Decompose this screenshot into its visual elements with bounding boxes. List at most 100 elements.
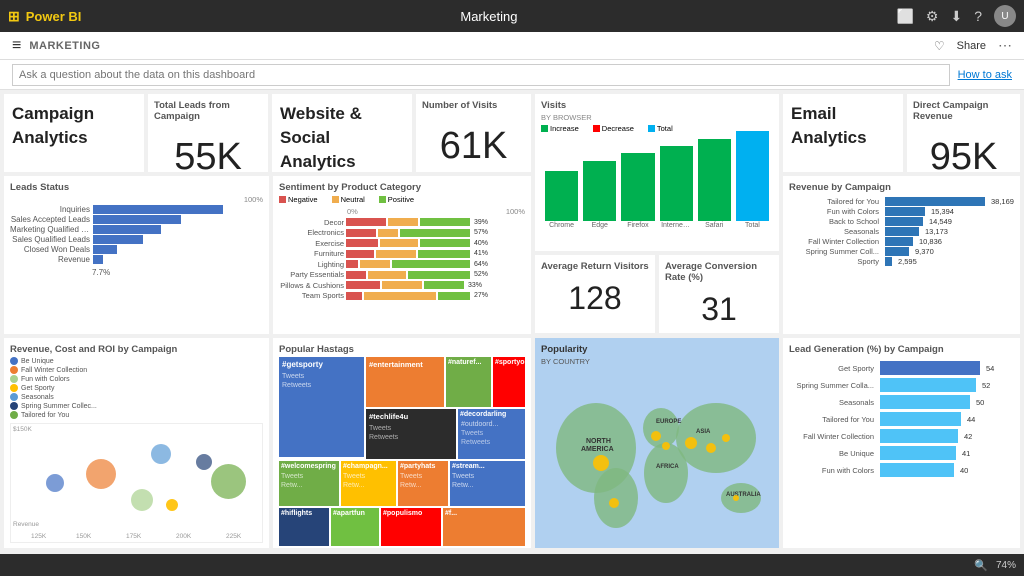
app-logo: ⊞ Power BI (8, 8, 81, 25)
direct-revenue-title: Direct Campaign Revenue (913, 100, 1014, 122)
rev-fun: Fun with Colors 15,394 (789, 207, 1014, 216)
sent-decor: Decor 39% (279, 218, 525, 227)
leads-status-card: Leads Status 100% Inquiries Sales Accept… (4, 176, 269, 334)
total-leads-card: Total Leads from Campaign 55K (148, 94, 268, 172)
hashtag-partyhats: #partyhats Tweets Retw... (398, 461, 448, 506)
svg-text:NORTH: NORTH (586, 438, 611, 445)
lead-generation-card: Lead Generation (%) by Campaign Get Spor… (783, 338, 1020, 548)
leads-footer: 7.7% (10, 268, 263, 277)
lg-unique: Be Unique 41 (789, 446, 1014, 460)
sent-electronics: Electronics 57% (279, 228, 525, 237)
legend-total: Total (648, 124, 673, 133)
sent-lighting: Lighting 64% (279, 260, 525, 269)
share-button[interactable]: Share (957, 40, 986, 52)
leads-status-title: Leads Status (10, 182, 263, 193)
revenue-campaign-title: Revenue by Campaign (789, 182, 1014, 193)
hashtag-welcomespring: #welcomespring Tweets Retw... (279, 461, 339, 506)
grid-icon: ⊞ (8, 8, 20, 25)
legend-neu: Neutral (332, 195, 365, 204)
hashtag-sportyo: #sportyo (493, 357, 525, 407)
sentiment-card: Sentiment by Product Category Negative N… (273, 176, 531, 334)
user-avatar[interactable]: U (994, 5, 1016, 27)
lg-seasonals: Seasonals 50 (789, 395, 1014, 409)
website-social-title: Website & Social Analytics (280, 102, 404, 172)
roi-title: Revenue, Cost and ROI by Campaign (10, 344, 263, 355)
top-bar-icons: ⬜ ⚙ ⬇ ? U (896, 5, 1016, 27)
bubble-seasonals (151, 444, 171, 464)
website-social-card: Website & Social Analytics (272, 94, 412, 172)
rev-school: Back to School 14,549 (789, 217, 1014, 226)
help-icon[interactable]: ? (974, 8, 982, 24)
popularity-title: Popularity (541, 344, 773, 355)
svg-text:ASIA: ASIA (696, 429, 711, 435)
rev-seasonals: Seasonals 13,173 (789, 227, 1014, 236)
download-icon[interactable]: ⬇ (950, 8, 962, 25)
email-analytics-title: Email Analytics (791, 102, 895, 150)
hashtag-stream: #stream... Tweets Retw... (450, 461, 525, 506)
sent-party: Party Essentials 52% (279, 270, 525, 279)
leads-closed-won: Closed Won Deals (10, 245, 263, 254)
roi-legend-5: Seasonals (10, 393, 263, 401)
direct-revenue-card: Direct Campaign Revenue 95K (907, 94, 1020, 172)
lg-tailored: Tailored for You 44 (789, 412, 1014, 426)
hashtag-techlife: #techlife4u Tweets Retweets (366, 409, 456, 459)
bar-firefox: Firefox (621, 153, 654, 229)
roi-legend-2: Fall Winter Collection (10, 366, 263, 374)
popularity-card: Popularity BY COUNTRY NORTH (535, 338, 779, 548)
visits-browser-card: Visits BY BROWSER Increase Decrease Tota… (535, 94, 779, 251)
bubble-be-unique (46, 474, 64, 492)
how-to-ask-link[interactable]: How to ask (958, 69, 1012, 81)
hashtag-f: #f... (443, 508, 525, 546)
world-map: NORTH AMERICA EUROPE AFRICA ASIA AUSTRAL… (541, 368, 773, 538)
menu-icon[interactable]: ≡ (12, 37, 21, 55)
direct-revenue-value: 95K (913, 124, 1014, 172)
sub-bar: ≡ MARKETING ♡ Share ⋯ (0, 32, 1024, 60)
campaign-analytics-title: Campaign Analytics (12, 102, 136, 150)
rev-sporty: Sporty 2,595 (789, 257, 1014, 266)
popularity-subtitle: BY COUNTRY (541, 357, 773, 366)
number-visits-value: 61K (422, 113, 525, 168)
sent-exercise: Exercise 40% (279, 239, 525, 248)
bubble-tailored (211, 464, 246, 499)
visits-browser-title: Visits (541, 100, 773, 111)
avg-conversion-title: Average Conversion Rate (%) (665, 261, 773, 283)
page-title: Marketing (89, 9, 888, 24)
leads-sal: Sales Accepted Leads (10, 215, 263, 224)
status-bar: 🔍 74% (0, 554, 1024, 576)
legend-neg: Negative (279, 195, 318, 204)
settings-icon[interactable]: ⚙ (926, 8, 939, 25)
popular-hashtags-card: Popular Hastags #getsporty Tweets Retwee… (273, 338, 531, 548)
favorite-icon[interactable]: ♡ (934, 39, 945, 53)
bubble-sporty (166, 499, 178, 511)
bar-ie: Internet E... (660, 146, 693, 229)
sub-bar-right: ♡ Share ⋯ (934, 37, 1012, 54)
sent-teamsports: Team Sports 27% (279, 291, 525, 300)
bar-safari: Safari (698, 139, 731, 229)
more-icon[interactable]: ⋯ (998, 37, 1012, 54)
bar-edge: Edge (583, 161, 616, 229)
hashtag-populismo: #populismo (381, 508, 441, 546)
lg-fall: Fall Winter Collection 42 (789, 429, 1014, 443)
lead-gen-bars: Get Sporty 54 Spring Summer Colla... 52 … (789, 361, 1014, 477)
number-visits-title: Number of Visits (422, 100, 525, 111)
rev-fall: Fall Winter Collection 10,836 (789, 237, 1014, 246)
hashtags-title: Popular Hastags (279, 344, 525, 355)
rev-tailored: Tailored for You 38,169 (789, 197, 1014, 206)
number-visits-card: Number of Visits 61K (416, 94, 531, 172)
monitor-icon[interactable]: ⬜ (896, 8, 913, 25)
search-input[interactable] (12, 64, 950, 86)
avg-return-value: 128 (541, 274, 649, 317)
total-leads-title: Total Leads from Campaign (154, 100, 262, 122)
svg-text:AUSTRALIA: AUSTRALIA (726, 492, 761, 498)
hashtag-naturefresh: #naturef... (446, 357, 491, 407)
avg-return-card: Average Return Visitors 128 (535, 255, 655, 333)
visits-subtitle: BY BROWSER (541, 113, 773, 122)
dashboard: Campaign Analytics Total Leads from Camp… (0, 90, 1024, 574)
hashtag-hiflights: #hiflights (279, 508, 329, 546)
legend-pos: Positive (379, 195, 414, 204)
hashtag-apartfun: #apartfun (331, 508, 379, 546)
leads-sql: Sales Qualified Leads (10, 235, 263, 244)
svg-text:AFRICA: AFRICA (656, 464, 679, 470)
roi-legend-4: Get Sporty (10, 384, 263, 392)
status-right: 🔍 74% (974, 559, 1016, 572)
